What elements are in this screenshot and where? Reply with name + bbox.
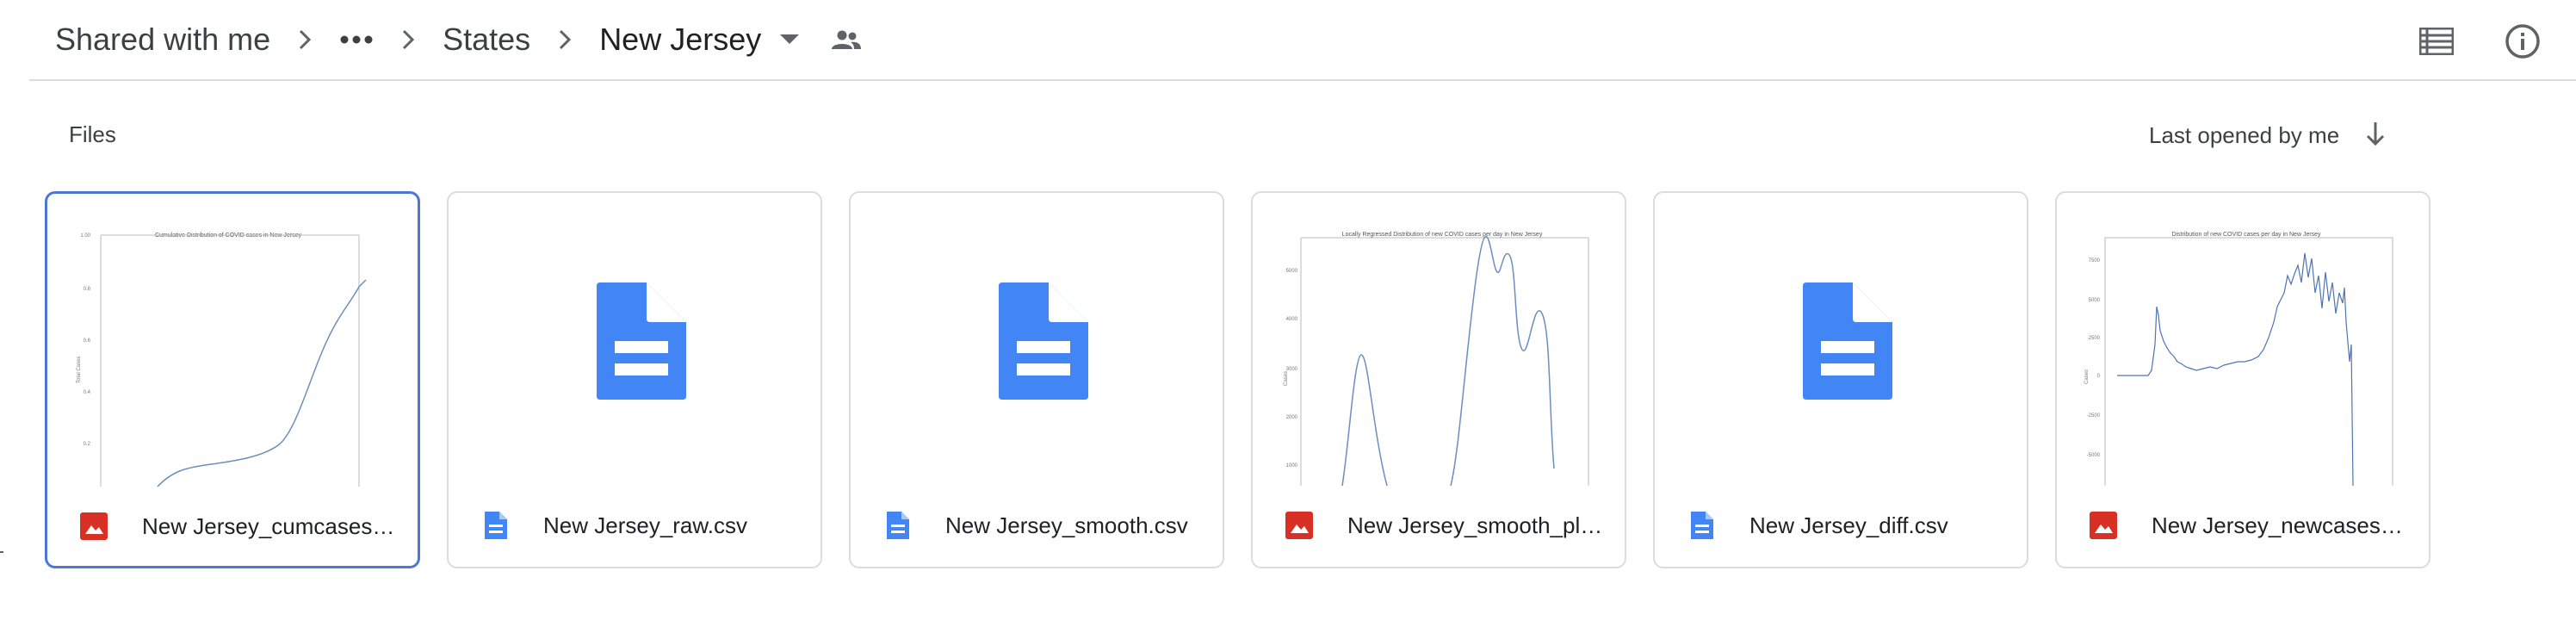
file-card-footer: New Jersey_newcases_plot.png [2057,486,2429,567]
svg-text:0.2: 0.2 [84,442,91,447]
svg-text:2500: 2500 [2089,336,2101,341]
svg-text:Total Cases: Total Cases [77,357,82,383]
thumbnail-title: Distribution of new COVID cases per day … [2171,232,2321,238]
svg-text:0.4: 0.4 [84,390,91,395]
file-card-footer: New Jersey_smooth_plot.png [1253,486,1625,567]
svg-text:2000: 2000 [1286,415,1298,420]
svg-text:0.8: 0.8 [84,287,91,292]
file-card-footer: New Jersey_diff.csv [1655,486,2027,567]
arrow-drop-down-icon[interactable] [770,20,809,59]
people-icon[interactable] [820,20,873,59]
breadcrumb-current-folder[interactable]: New Jersey [591,16,770,63]
file-card[interactable]: Locally Regressed Distribution of new CO… [1251,191,1626,568]
file-card-footer: New Jersey_raw.csv [449,486,820,567]
svg-text:4000: 4000 [1286,317,1298,322]
file-name: New Jersey_cumcases_plot.png [142,513,400,539]
doc-large-icon [1803,282,1892,400]
thumbnail-title: Locally Regressed Distribution of new CO… [1342,232,1543,238]
file-name: New Jersey_smooth.csv [945,512,1188,538]
svg-text:7500: 7500 [2089,258,2101,264]
file-card-footer: New Jersey_smooth.csv [851,486,1223,567]
file-card[interactable]: New Jersey_smooth.csv [849,191,1224,568]
thumbnail-plot-line [157,279,367,487]
file-thumbnail: Cumulative Distribution of COVID cases i… [47,194,418,487]
chevron-right-icon [539,22,591,57]
sort-button[interactable]: Last opened by me [2149,116,2386,154]
svg-text:1.00: 1.00 [80,233,90,239]
doc-file-icon [480,510,511,541]
svg-text:-5000: -5000 [2087,453,2101,458]
file-card[interactable]: Cumulative Distribution of COVID cases i… [45,191,420,568]
file-card[interactable]: New Jersey_raw.csv [447,191,822,568]
svg-text:0.6: 0.6 [84,338,91,344]
chevron-right-icon [382,22,434,57]
svg-text:0: 0 [2097,374,2101,379]
file-card-footer: New Jersey_cumcases_plot.png [47,487,418,566]
edge-marker [0,551,3,553]
file-thumbnail [449,193,820,486]
breadcrumb-states[interactable]: States [434,16,539,63]
file-thumbnail [851,193,1223,486]
more-horiz-icon[interactable] [331,19,382,60]
svg-text:Cases: Cases [1284,371,1289,386]
breadcrumb-shared-with-me[interactable]: Shared with me [46,16,279,63]
svg-text:5000: 5000 [1286,269,1298,274]
file-name: New Jersey_newcases_plot.png [2152,512,2410,538]
list-view-icon[interactable] [2412,17,2461,65]
header-bar: Shared with me States New Jersey [29,0,2576,81]
thumbnail-plot-line [1341,235,1555,486]
file-card[interactable]: Distribution of new COVID cases per day … [2055,191,2430,568]
thumbnail-plot-line [2117,252,2354,486]
doc-large-icon [999,282,1088,400]
info-icon[interactable] [2499,17,2547,65]
breadcrumb: Shared with me States New Jersey [46,12,873,67]
sort-label: Last opened by me [2149,121,2340,148]
files-section-title: Files [69,121,116,147]
file-thumbnail: Distribution of new COVID cases per day … [2057,193,2429,486]
doc-file-icon [1686,510,1717,541]
svg-text:1000: 1000 [1286,463,1298,469]
file-name: New Jersey_raw.csv [543,512,747,538]
svg-text:5000: 5000 [2089,298,2101,303]
file-name: New Jersey_smooth_plot.png [1347,512,1606,538]
arrow-downward-icon [2365,121,2386,151]
file-grid: Cumulative Distribution of COVID cases i… [45,191,2430,568]
header-actions [2412,17,2547,65]
file-thumbnail [1655,193,2027,486]
file-card[interactable]: New Jersey_diff.csv [1653,191,2028,568]
file-thumbnail: Locally Regressed Distribution of new CO… [1253,193,1625,486]
image-file-icon [78,511,109,542]
svg-text:-2500: -2500 [2087,413,2101,419]
chevron-right-icon [279,22,331,57]
file-name: New Jersey_diff.csv [1749,512,1948,538]
doc-file-icon [882,510,913,541]
doc-large-icon [597,282,686,400]
image-file-icon [1284,510,1315,541]
image-file-icon [2088,510,2119,541]
svg-text:Cases: Cases [2084,369,2090,384]
